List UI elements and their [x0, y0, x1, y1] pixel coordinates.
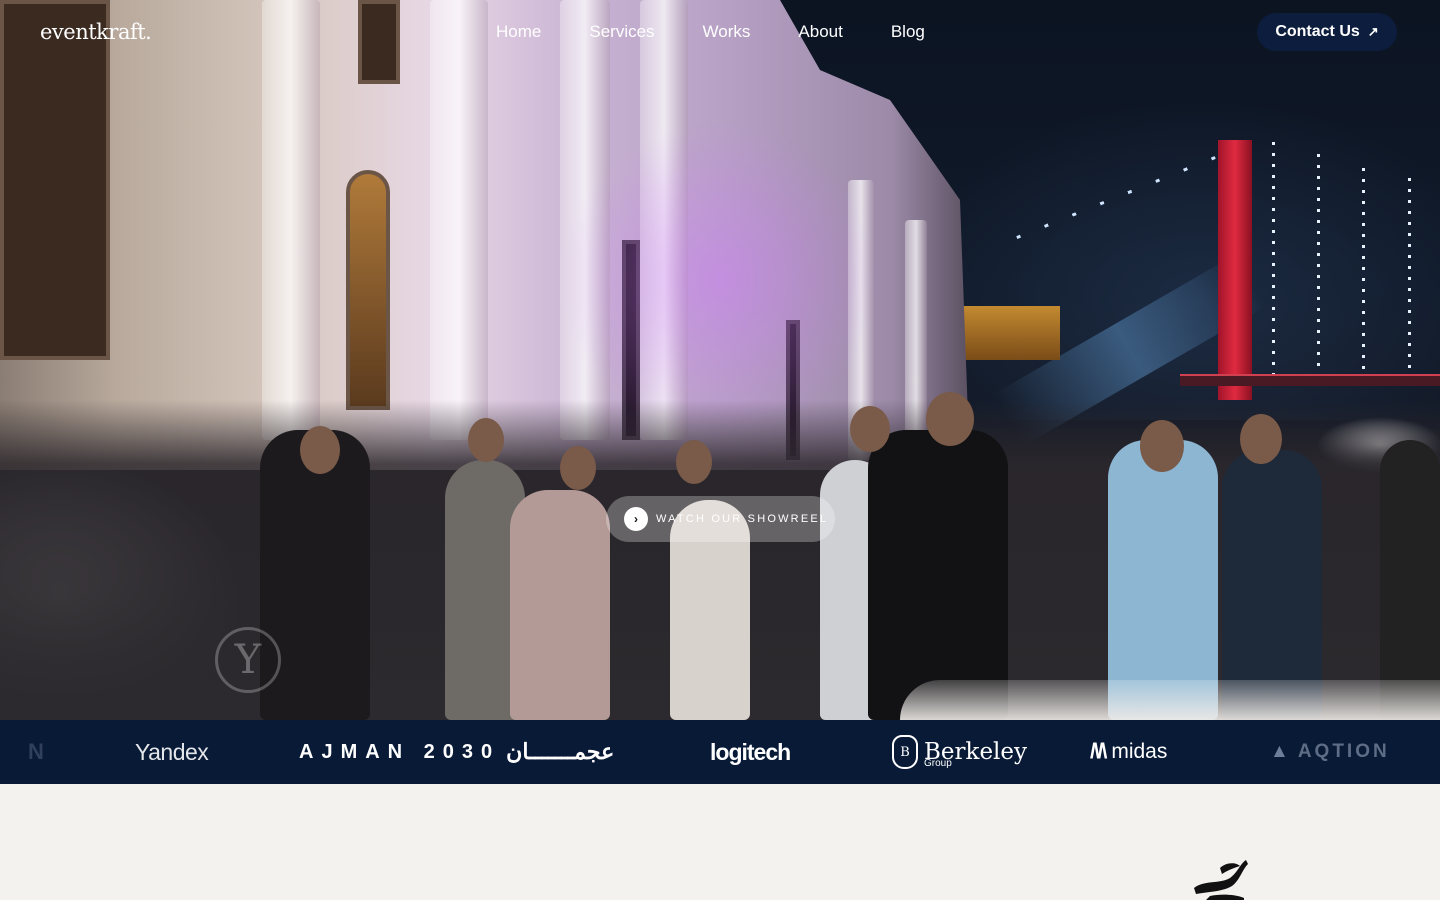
berkeley-crest-icon: B — [892, 735, 918, 769]
client-logo-berkeley: B Berkeley Group — [892, 720, 1027, 784]
contact-us-button[interactable]: Contact Us ↗ — [1257, 13, 1397, 51]
guest-head — [560, 446, 596, 490]
sculpture-figure-icon — [1194, 860, 1248, 900]
top-navigation: eventkraft. Home Services Works About Bl… — [0, 0, 1440, 64]
column — [262, 0, 320, 440]
nav-services[interactable]: Services — [589, 22, 654, 42]
site-logo[interactable]: eventkraft. — [40, 20, 152, 44]
nav-about[interactable]: About — [798, 22, 842, 42]
bridge-hanger — [1317, 154, 1320, 378]
client-logo-logitech: logitech — [710, 738, 791, 765]
arrow-up-right-icon: ↗ — [1367, 24, 1379, 39]
main-menu: Home Services Works About Blog — [496, 22, 973, 42]
guest-head — [676, 440, 712, 484]
light-projection — [560, 120, 880, 440]
guest-head — [926, 392, 974, 446]
client-logo-ajman: AJMAN 2030 عجمـــــــان — [299, 720, 614, 784]
berkeley-sub: Group — [924, 758, 952, 769]
aqtion-name: AQTION — [1297, 741, 1390, 762]
showreel-label: WATCH OUR SHOWREEL — [656, 513, 829, 525]
midas-mark-icon: /\/\ — [1090, 740, 1107, 763]
column — [430, 0, 488, 440]
chevron-right-icon: › — [624, 507, 648, 531]
guest — [1380, 440, 1440, 720]
bridge-hanger — [1408, 178, 1411, 378]
midas-name: midas — [1111, 740, 1168, 763]
nav-blog[interactable]: Blog — [891, 22, 925, 42]
cocktail-table — [900, 680, 1440, 720]
bridge-deck — [1180, 376, 1440, 386]
guest — [868, 430, 1008, 720]
bridge-tower — [1218, 140, 1252, 400]
watch-showreel-button[interactable]: › WATCH OUR SHOWREEL — [606, 496, 835, 542]
ajman-arabic-text: عجمـــــــان — [506, 739, 615, 764]
guest-head — [468, 418, 504, 462]
guest-head — [300, 426, 340, 474]
ajman-latin-text: AJMAN 2030 — [299, 740, 501, 763]
guest-head — [1140, 420, 1184, 472]
guest — [1108, 440, 1218, 720]
nav-works[interactable]: Works — [703, 22, 751, 42]
contact-us-label: Contact Us — [1275, 23, 1360, 40]
guest-head — [1240, 414, 1282, 464]
client-logo-strip: N Yandex AJMAN 2030 عجمـــــــان logitec… — [0, 720, 1440, 784]
window — [346, 170, 390, 410]
bridge-hanger — [1272, 142, 1275, 378]
guest — [510, 490, 610, 720]
y-badge-icon: Y — [215, 627, 281, 693]
client-logo-yandex: Yandex — [135, 738, 209, 765]
bridge-hanger — [1362, 168, 1365, 378]
aqtion-triangle-icon: ▲ — [1270, 741, 1292, 762]
crowd — [0, 392, 1440, 720]
client-logo-partial: N — [28, 739, 44, 764]
nav-home[interactable]: Home — [496, 22, 541, 42]
hero-video: Y — [0, 0, 1440, 720]
client-logo-midas: /\/\ midas — [1090, 720, 1167, 784]
guest-head — [850, 406, 890, 452]
client-logo-aqtion: ▲ AQTION — [1270, 720, 1390, 784]
